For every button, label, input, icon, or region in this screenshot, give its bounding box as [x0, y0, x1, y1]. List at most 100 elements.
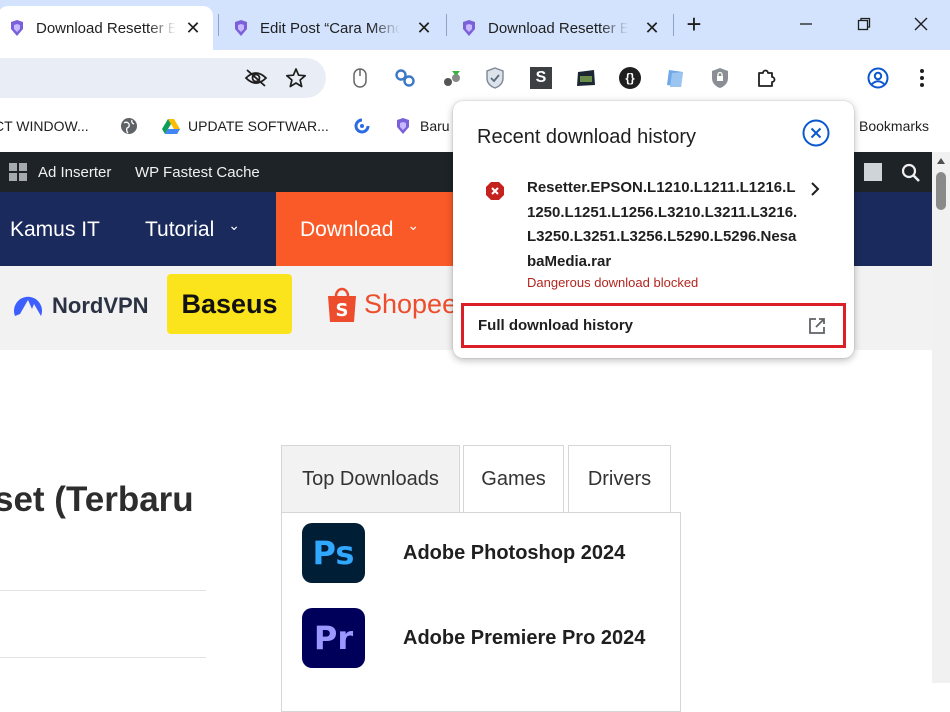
site-favicon-icon	[397, 118, 409, 134]
notes-extension-icon[interactable]	[662, 64, 690, 92]
extensions-puzzle-icon[interactable]	[752, 64, 780, 92]
download-bubble: Recent download history Resetter.EPSON.L…	[453, 101, 854, 358]
screenshot-extension-icon[interactable]	[572, 64, 600, 92]
chevron-right-icon[interactable]	[805, 179, 825, 199]
refresh-logo-icon	[354, 118, 370, 134]
lock-shield-extension-icon[interactable]	[706, 64, 734, 92]
bookmark-item[interactable]	[352, 116, 380, 136]
tab-separator	[446, 14, 447, 36]
nav-label: Tutorial	[145, 218, 215, 241]
eye-off-icon[interactable]	[244, 68, 268, 88]
nordvpn-wordmark: NordVPN	[52, 293, 149, 318]
link-extension-icon[interactable]	[391, 64, 419, 92]
wp-menu-ad-inserter[interactable]: Ad Inserter	[38, 164, 111, 181]
bookmark-item[interactable]: CT WINDOW...	[0, 116, 89, 136]
tab-separator	[218, 14, 219, 36]
baseus-logo[interactable]: Baseus	[167, 274, 292, 334]
close-tab-icon[interactable]: ✕	[642, 18, 662, 38]
nav-download[interactable]: Download ⌄	[300, 216, 420, 242]
page-scrollbar[interactable]	[932, 152, 950, 683]
tab-strip: Download Resetter E ✕ Edit Post “Cara Me…	[0, 0, 950, 50]
shopee-bag-icon: S	[328, 287, 356, 322]
nav-label: Kamus IT	[10, 218, 100, 241]
bookmark-item[interactable]: UPDATE SOFTWAR...	[162, 116, 329, 136]
full-download-history-label: Full download history	[478, 317, 633, 334]
tab-top-downloads[interactable]: Top Downloads	[281, 445, 460, 513]
open-in-new-icon	[809, 318, 825, 334]
divider	[0, 590, 206, 591]
site-favicon-icon	[463, 20, 475, 36]
tab-download-resetter-active[interactable]: Download Resetter E ✕	[0, 6, 213, 50]
tab-title: Download Resetter E	[488, 19, 628, 37]
chevron-down-icon: ⌄	[407, 216, 420, 233]
list-item[interactable]: Pr Adobe Premiere Pro 2024	[302, 608, 645, 668]
chevron-down-icon: ⌄	[228, 216, 240, 233]
scroll-up-arrow-icon[interactable]	[937, 158, 945, 164]
list-item[interactable]: Ps Adobe Photoshop 2024	[302, 523, 625, 583]
post-title: set (Terbaru	[0, 480, 194, 519]
scrollbar-thumb[interactable]	[936, 172, 946, 210]
tab-edit-post[interactable]: Edit Post “Cara Meno ✕	[222, 6, 444, 50]
globe-icon	[121, 118, 137, 134]
tab-title: Download Resetter E	[36, 19, 176, 37]
all-bookmarks-label: Bookmarks	[859, 118, 930, 134]
wp-menu-fastest-cache[interactable]: WP Fastest Cache	[135, 164, 260, 181]
bookmark-item[interactable]	[120, 116, 146, 136]
code-extension-icon[interactable]: {}	[616, 64, 644, 92]
tab-separator	[673, 14, 674, 36]
bookmark-label: CT WINDOW...	[0, 118, 89, 134]
address-bar[interactable]	[0, 58, 326, 98]
nordvpn-mountain-icon	[14, 296, 43, 316]
app-name[interactable]: Adobe Premiere Pro 2024	[403, 627, 645, 650]
tab-games[interactable]: Games	[463, 445, 564, 513]
restore-icon	[857, 17, 871, 31]
new-tab-button[interactable]: +	[678, 8, 710, 40]
tab-download-resetter[interactable]: Download Resetter E ✕	[450, 6, 672, 50]
more-menu-icon[interactable]	[908, 64, 936, 92]
search-icon[interactable]	[901, 163, 921, 183]
s-extension-icon[interactable]: S	[527, 64, 555, 92]
close-window-button[interactable]	[905, 8, 937, 40]
divider	[0, 657, 206, 658]
restore-button[interactable]	[848, 8, 880, 40]
close-tab-icon[interactable]: ✕	[183, 18, 203, 38]
browser-toolbar: S {}	[0, 50, 950, 147]
error-icon	[486, 182, 504, 200]
nav-label: Download	[300, 218, 394, 241]
profile-avatar-icon[interactable]	[864, 64, 892, 92]
nav-tutorial[interactable]: Tutorial ⌄	[145, 216, 240, 242]
shopee-wordmark: Shopee	[364, 288, 458, 319]
bookmark-label: UPDATE SOFTWAR...	[188, 118, 329, 134]
app-name[interactable]: Adobe Photoshop 2024	[403, 542, 625, 565]
close-icon[interactable]	[802, 119, 830, 147]
close-tab-icon[interactable]: ✕	[414, 18, 434, 38]
tab-drivers[interactable]: Drivers	[568, 445, 671, 513]
bookmark-label: Baru	[420, 118, 450, 134]
photoshop-icon: Ps	[302, 523, 365, 583]
shield-extension-icon[interactable]	[481, 64, 509, 92]
baseus-wordmark: Baseus	[181, 288, 278, 319]
bookmark-item[interactable]: Baru	[394, 116, 450, 136]
svg-text:S: S	[336, 300, 349, 321]
google-drive-icon	[162, 119, 180, 134]
all-bookmarks-button[interactable]: Bookmarks	[859, 116, 929, 136]
top-downloads-panel: Ps Adobe Photoshop 2024 Pr Adobe Premier…	[281, 512, 681, 712]
shopee-logo[interactable]: S Shopee	[326, 284, 457, 324]
full-download-history-button[interactable]: Full download history	[461, 303, 846, 348]
nordvpn-logo[interactable]: NordVPN	[12, 292, 149, 320]
premiere-pro-icon: Pr	[302, 608, 365, 668]
download-status: Dangerous download blocked	[527, 275, 699, 290]
site-favicon-icon	[11, 20, 23, 36]
mouse-extension-icon[interactable]	[346, 64, 374, 92]
download-item[interactable]: Resetter.EPSON.L1210.L1211.L1216.L1250.L…	[453, 171, 854, 293]
nav-kamus-it[interactable]: Kamus IT	[10, 218, 100, 242]
wordpress-grid-icon[interactable]	[8, 162, 28, 182]
proxy-extension-icon[interactable]	[438, 64, 466, 92]
bubble-title: Recent download history	[477, 126, 697, 148]
bookmark-star-icon[interactable]	[285, 67, 307, 89]
minimize-icon	[800, 23, 812, 25]
download-filename: Resetter.EPSON.L1210.L1211.L1216.L1250.L…	[527, 179, 798, 270]
minimize-button[interactable]	[790, 8, 822, 40]
site-favicon-icon	[235, 20, 247, 36]
user-avatar[interactable]	[864, 163, 882, 181]
